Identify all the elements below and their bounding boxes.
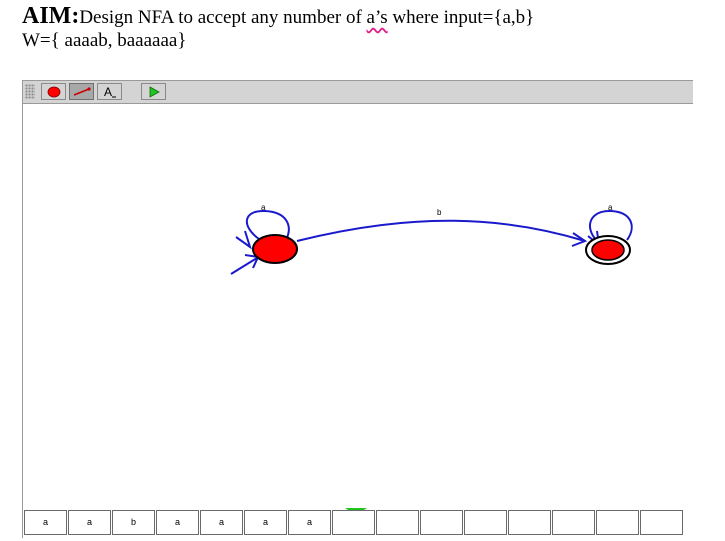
arrowhead-q0-q0 — [235, 230, 252, 250]
run-tool-button[interactable] — [141, 83, 166, 100]
aim-text-before: Design NFA to accept any number of — [79, 7, 367, 28]
arrow-line-icon — [73, 86, 91, 96]
state-q0[interactable] — [252, 234, 298, 264]
tape-cell[interactable] — [332, 510, 375, 535]
tape-cell[interactable] — [552, 510, 595, 535]
label-q1-q1[interactable]: a — [608, 203, 613, 212]
toolbar-grip[interactable] — [25, 84, 35, 99]
aim-heading: AIM:Design NFA to accept any number of a… — [22, 4, 534, 30]
tape-cell[interactable]: a — [200, 510, 243, 535]
state-q1[interactable] — [591, 239, 625, 261]
automaton-simulator-window: A a b a a a b a a a a — [22, 80, 693, 538]
tape-cell[interactable] — [596, 510, 639, 535]
label-tool-button[interactable]: A — [97, 83, 122, 100]
tape-cell[interactable]: a — [68, 510, 111, 535]
tape-cell[interactable]: a — [244, 510, 287, 535]
tape-cell[interactable] — [376, 510, 419, 535]
tape-cell[interactable] — [508, 510, 551, 535]
aim-label: AIM: — [22, 3, 80, 29]
letter-a-icon: A — [104, 85, 116, 99]
play-icon — [149, 85, 160, 98]
state-tool-button[interactable] — [41, 83, 66, 100]
toolbar: A — [23, 81, 693, 104]
diagram-canvas[interactable]: a b a — [23, 104, 693, 508]
tape-cell[interactable]: a — [156, 510, 199, 535]
automaton-diagram[interactable]: a b a — [23, 104, 693, 508]
tape-cell[interactable] — [640, 510, 683, 535]
red-circle-icon — [47, 86, 60, 97]
label-q0-q1[interactable]: b — [437, 208, 442, 217]
tape-cell[interactable]: a — [288, 510, 331, 535]
label-q0-q0[interactable]: a — [261, 203, 266, 212]
word-set-line: W={ aaaab, baaaaaa} — [22, 30, 187, 51]
tape-cell[interactable]: b — [112, 510, 155, 535]
tape-cell[interactable] — [420, 510, 463, 535]
input-tape: a a b a a a a — [23, 508, 693, 538]
tape-cell[interactable] — [464, 510, 507, 535]
transition-q0-q1[interactable] — [296, 219, 586, 242]
letter-a-glyph: A — [104, 85, 112, 99]
tape-cell[interactable]: a — [24, 510, 67, 535]
aim-text-after: where input={a,b} — [387, 7, 535, 28]
transition-tool-button[interactable] — [69, 83, 94, 100]
aim-text-underlined: a’s — [366, 7, 388, 28]
